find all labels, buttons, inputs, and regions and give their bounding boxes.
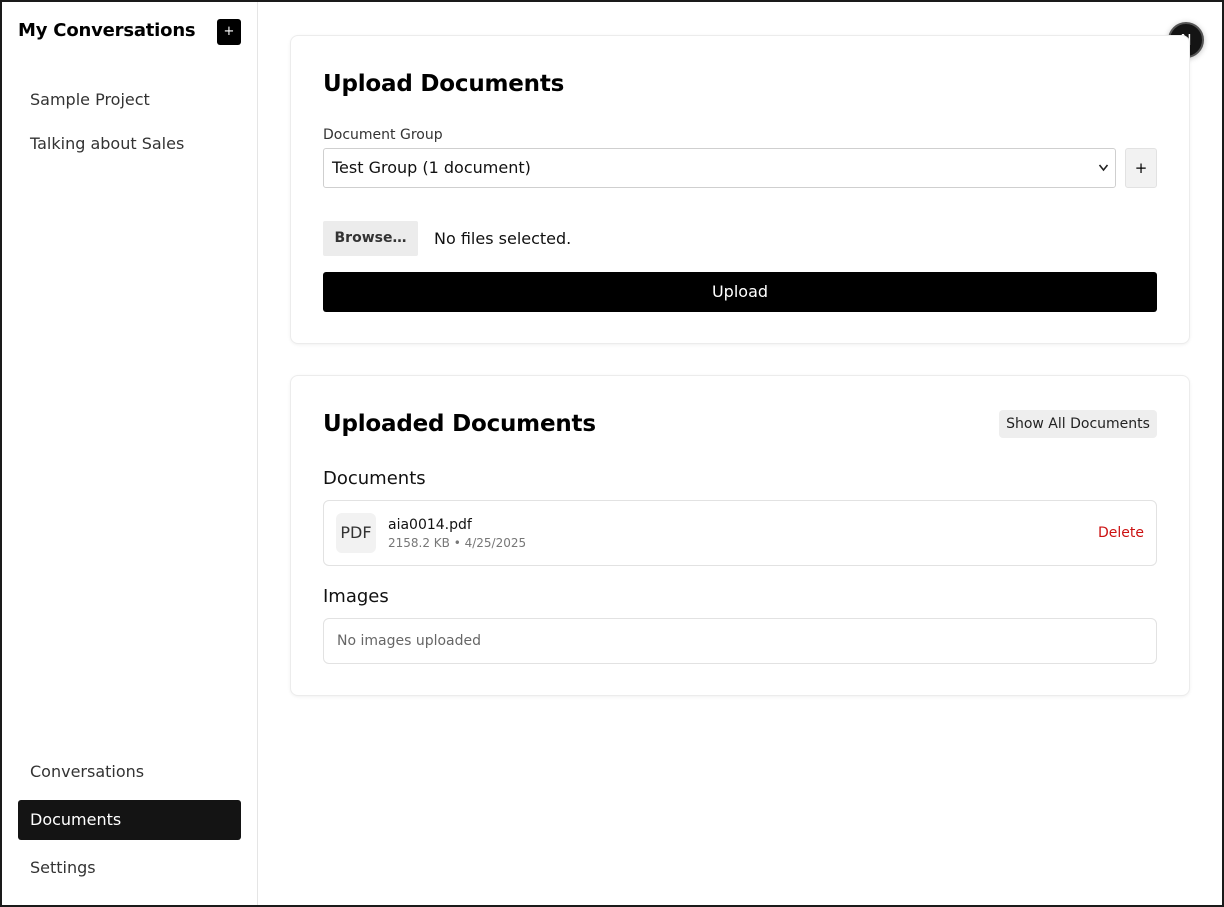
chevron-down-icon [1098, 149, 1109, 203]
pdf-icon: PDF [336, 513, 376, 553]
sidebar-title: My Conversations [18, 20, 196, 41]
sidebar: My Conversations + Sample Project Talkin… [2, 2, 258, 905]
file-status-text: No files selected. [434, 229, 572, 248]
uploaded-card-title: Uploaded Documents [323, 411, 596, 437]
sidebar-nav: Conversations Documents Settings [18, 752, 241, 896]
new-conversation-button[interactable]: + [217, 19, 241, 45]
document-meta: 2158.2 KB • 4/25/2025 [388, 536, 527, 550]
document-row: PDF aia0014.pdf 2158.2 KB • 4/25/2025 De… [323, 500, 1157, 566]
upload-card-title: Upload Documents [323, 71, 565, 97]
delete-document-button[interactable]: Delete [1098, 525, 1144, 541]
images-empty-state: No images uploaded [323, 618, 1157, 664]
images-heading: Images [323, 586, 389, 607]
document-name: aia0014.pdf [388, 517, 472, 533]
upload-documents-card: Upload Documents Document Group Test Gro… [290, 35, 1190, 344]
conversation-item[interactable]: Sample Project [18, 78, 241, 122]
document-group-label: Document Group [323, 127, 443, 143]
nav-item-documents[interactable]: Documents [18, 800, 241, 840]
uploaded-documents-card: Uploaded Documents Show All Documents Do… [290, 375, 1190, 696]
conversation-list: Sample Project Talking about Sales [18, 78, 241, 166]
show-all-documents-button[interactable]: Show All Documents [999, 410, 1157, 438]
conversation-item[interactable]: Talking about Sales [18, 122, 241, 166]
document-group-select[interactable]: Test Group (1 document) [323, 148, 1116, 188]
upload-button[interactable]: Upload [323, 272, 1157, 312]
add-group-button[interactable]: + [1125, 148, 1157, 188]
documents-heading: Documents [323, 468, 426, 489]
nav-item-settings[interactable]: Settings [18, 848, 241, 888]
app-window: My Conversations + Sample Project Talkin… [0, 0, 1224, 907]
document-group-selected-value: Test Group (1 document) [332, 158, 531, 177]
nav-item-conversations[interactable]: Conversations [18, 752, 241, 792]
browse-button[interactable]: Browse… [323, 221, 418, 256]
